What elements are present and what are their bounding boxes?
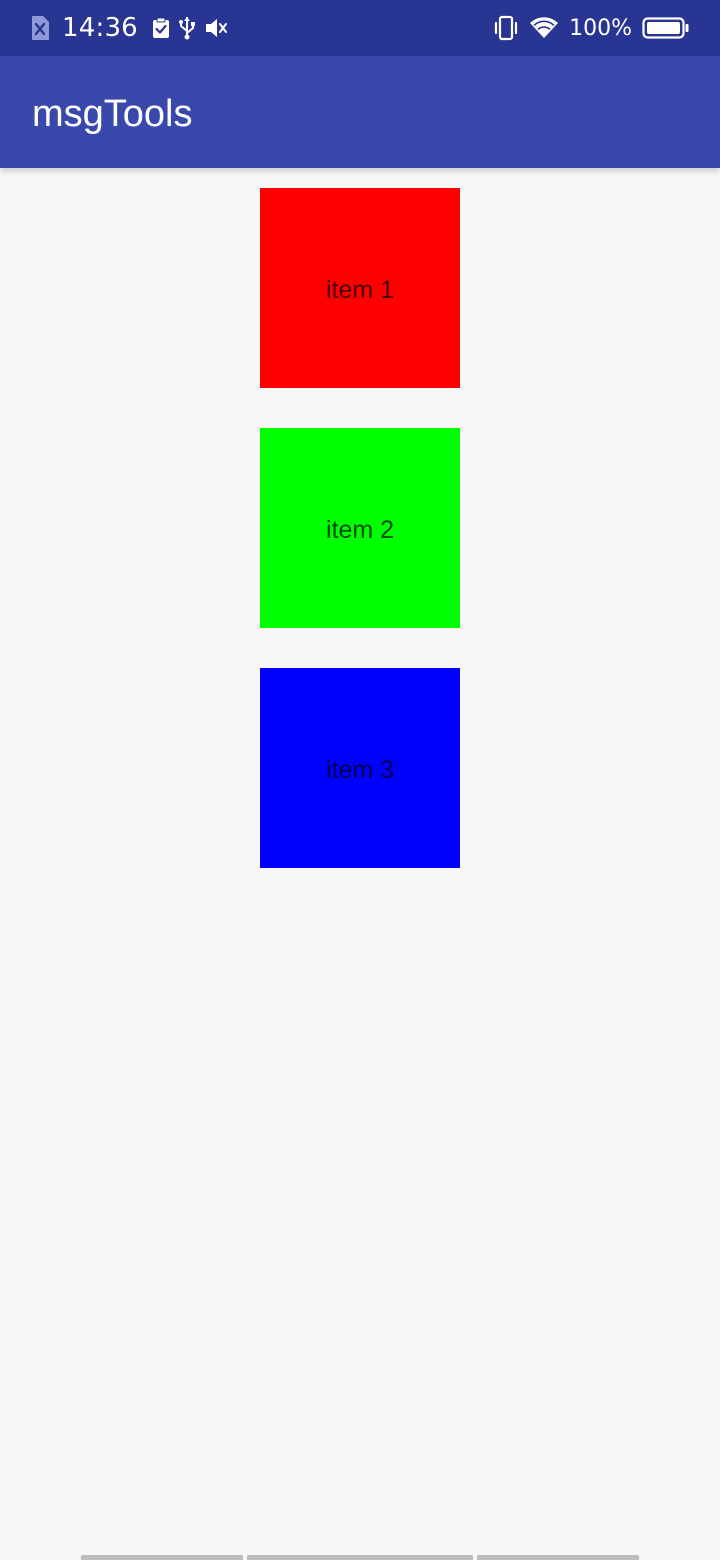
list-item-2[interactable]: item 2 bbox=[260, 428, 460, 628]
gesture-bar-segment-left bbox=[81, 1555, 243, 1560]
app-bar: msgTools bbox=[0, 56, 720, 168]
status-bar: 14:36 100% bbox=[0, 0, 720, 56]
app-title: msgTools bbox=[32, 93, 193, 135]
list-item-label: item 2 bbox=[325, 515, 395, 544]
list-item-3[interactable]: item 3 bbox=[260, 668, 460, 868]
list-item-label: item 3 bbox=[325, 755, 395, 784]
vibrate-icon bbox=[493, 15, 519, 41]
content-area: item 1 item 2 item 3 bbox=[0, 168, 720, 1560]
list-item-label: item 1 bbox=[325, 275, 395, 304]
gesture-bar-segment-center bbox=[247, 1555, 473, 1560]
status-right: 100% bbox=[493, 0, 690, 56]
usb-icon bbox=[178, 16, 196, 40]
battery-percent: 100% bbox=[569, 15, 632, 41]
battery-icon bbox=[642, 16, 690, 40]
gesture-bar-segment-right bbox=[477, 1555, 639, 1560]
volume-mute-icon bbox=[204, 17, 228, 39]
clipboard-check-icon bbox=[152, 17, 170, 39]
wifi-icon bbox=[529, 16, 559, 40]
list-item-1[interactable]: item 1 bbox=[260, 188, 460, 388]
sim-off-icon bbox=[30, 15, 50, 41]
status-time: 14:36 bbox=[62, 13, 138, 43]
status-left: 14:36 bbox=[30, 0, 228, 56]
